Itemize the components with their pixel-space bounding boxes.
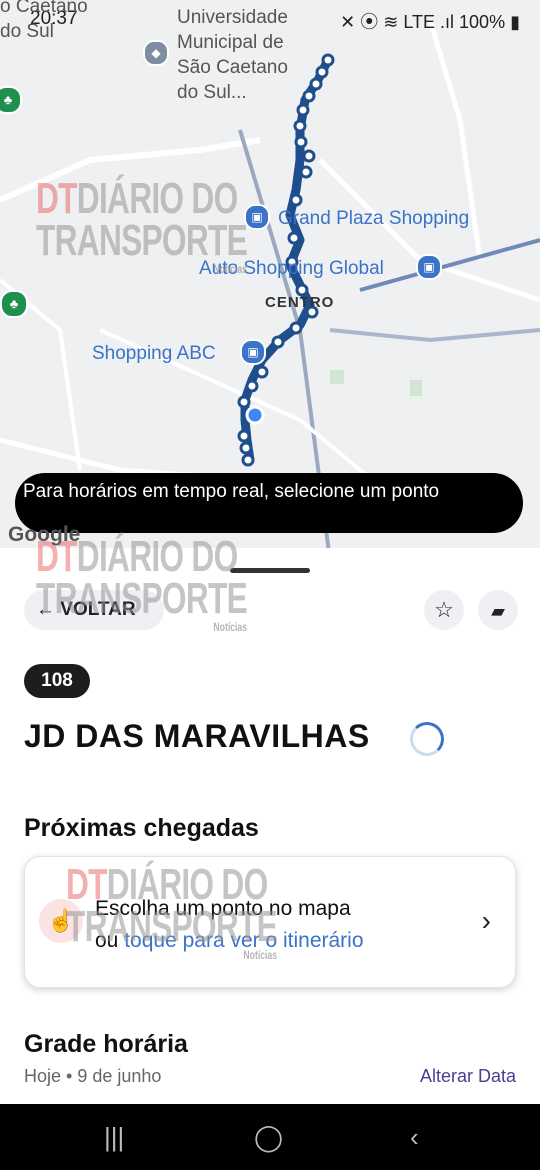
next-arrivals-title: Próximas chegadas bbox=[24, 814, 259, 842]
map-label-grand-plaza[interactable]: Grand Plaza Shopping bbox=[278, 208, 469, 230]
schedule-title: Grade horária bbox=[24, 1030, 188, 1058]
chevron-right-icon: › bbox=[481, 905, 491, 936]
status-right: ✕ ⦿ ≋ LTE .ıl 100% ▮ bbox=[340, 8, 520, 34]
favorite-button[interactable]: ☆ bbox=[424, 590, 464, 630]
system-nav-bar: ||| ◯ ‹ bbox=[0, 1104, 540, 1170]
recent-apps-icon[interactable]: ||| bbox=[104, 1122, 124, 1153]
school-icon[interactable]: ◆ bbox=[143, 40, 169, 66]
bottom-sheet: ← VOLTAR ☆ ▰ 108 JD DAS MARAVILHAS Próxi… bbox=[0, 535, 540, 1104]
shopping-icon[interactable]: ▣ bbox=[416, 254, 442, 280]
map-label-city: o Caetano do Sul bbox=[0, 0, 88, 42]
watermark: DTDIÁRIO DO TRANSPORTE Notícias bbox=[36, 174, 248, 277]
tree-icon[interactable]: ♣ bbox=[0, 290, 28, 318]
location-dot-icon bbox=[245, 405, 265, 425]
destination-title: JD DAS MARAVILHAS bbox=[24, 718, 370, 754]
status-icons: ✕ ⦿ ≋ LTE .ıl bbox=[340, 12, 455, 32]
map-label-university[interactable]: Universidade Municipal de São Caetano do… bbox=[177, 5, 288, 105]
map-view[interactable]: 20:37 ✕ ⦿ ≋ LTE .ıl 100% ▮ o Caetano do … bbox=[0, 0, 540, 560]
watermark: DTDIÁRIO DO TRANSPORTE Notícias bbox=[36, 532, 248, 635]
line-number-badge: 108 bbox=[24, 664, 90, 698]
star-icon: ☆ bbox=[434, 597, 454, 622]
map-label-shopping-abc[interactable]: Shopping ABC bbox=[92, 343, 216, 365]
shopping-icon[interactable]: ▣ bbox=[240, 339, 266, 365]
info-toast: Para horários em tempo real, selecione u… bbox=[15, 473, 523, 533]
loading-spinner-icon bbox=[410, 722, 444, 756]
battery-icon: ▮ bbox=[510, 12, 520, 32]
battery-level: 100% bbox=[459, 12, 506, 32]
watermark: DTDIÁRIO DO TRANSPORTE Notícias bbox=[66, 860, 278, 963]
change-date-link[interactable]: Alterar Data bbox=[420, 1066, 516, 1087]
feedback-button[interactable]: ▰ bbox=[478, 590, 518, 630]
tree-icon[interactable]: ♣ bbox=[0, 86, 22, 114]
shopping-icon[interactable]: ▣ bbox=[244, 204, 270, 230]
back-nav-icon[interactable]: ‹ bbox=[410, 1122, 419, 1153]
home-icon[interactable]: ◯ bbox=[254, 1122, 283, 1153]
feedback-icon: ▰ bbox=[491, 601, 505, 621]
map-label-centro: CENTRO bbox=[265, 294, 335, 311]
schedule-date: Hoje • 9 de junho bbox=[24, 1066, 162, 1086]
